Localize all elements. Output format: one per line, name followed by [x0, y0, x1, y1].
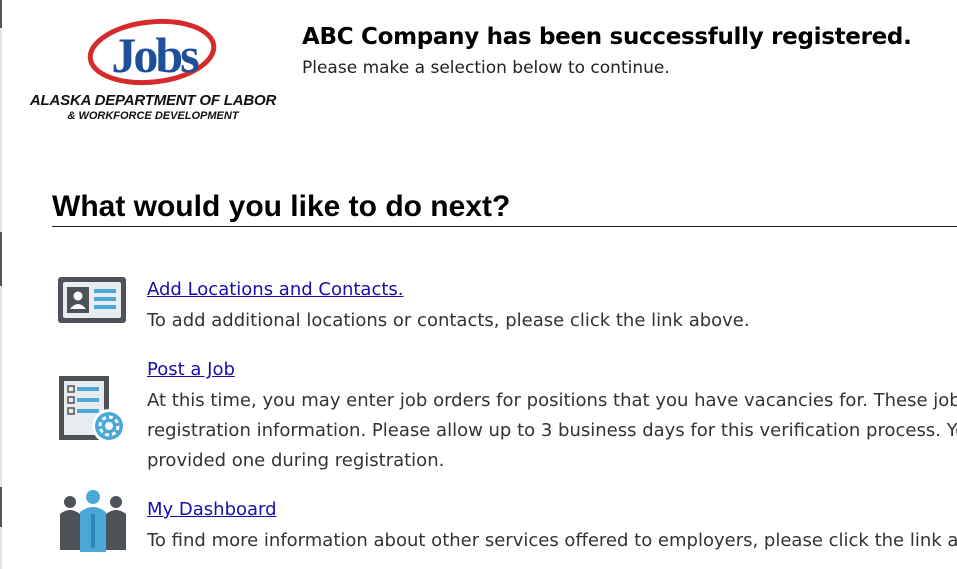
registration-success-subtitle: Please make a selection below to continu… — [302, 58, 670, 78]
description-line: To add additional locations or contacts,… — [147, 310, 750, 331]
logo-wordmark: Jobs — [111, 27, 199, 83]
left-border-mark — [0, 487, 2, 527]
description-line: At this time, you may enter job orders f… — [147, 390, 957, 411]
add-locations-link[interactable]: Add Locations and Contacts. — [147, 279, 404, 300]
alaska-jobs-logo: Jobs ALASKA DEPARTMENT OF LABOR & WORKFO… — [24, 16, 282, 128]
description-line: registration information. Please allow u… — [147, 420, 957, 441]
left-border-mark — [0, 0, 2, 28]
description-line: To find more information about other ser… — [147, 530, 957, 551]
logo-department: ALASKA DEPARTMENT OF LABOR — [29, 92, 277, 109]
jobs-logo-icon: Jobs — [87, 18, 217, 86]
logo-subdepartment: & WORKFORCE DEVELOPMENT — [67, 110, 239, 122]
page-left-border — [0, 0, 2, 569]
add-locations-description: To add additional locations or contacts,… — [147, 306, 750, 336]
post-job-link[interactable]: Post a Job — [147, 359, 235, 380]
heading-divider — [52, 226, 957, 227]
my-dashboard-link[interactable]: My Dashboard — [147, 499, 277, 520]
contact-card-icon — [58, 277, 126, 323]
post-job-description: At this time, you may enter job orders f… — [147, 386, 957, 476]
description-line: provided one during registration. — [147, 450, 445, 471]
registration-success-title: ABC Company has been successfully regist… — [302, 24, 912, 50]
my-dashboard-description: To find more information about other ser… — [147, 526, 957, 556]
people-group-icon — [60, 490, 126, 552]
job-order-settings-icon — [59, 376, 126, 443]
next-steps-heading: What would you like to do next? — [52, 190, 511, 223]
left-border-mark — [0, 232, 2, 286]
